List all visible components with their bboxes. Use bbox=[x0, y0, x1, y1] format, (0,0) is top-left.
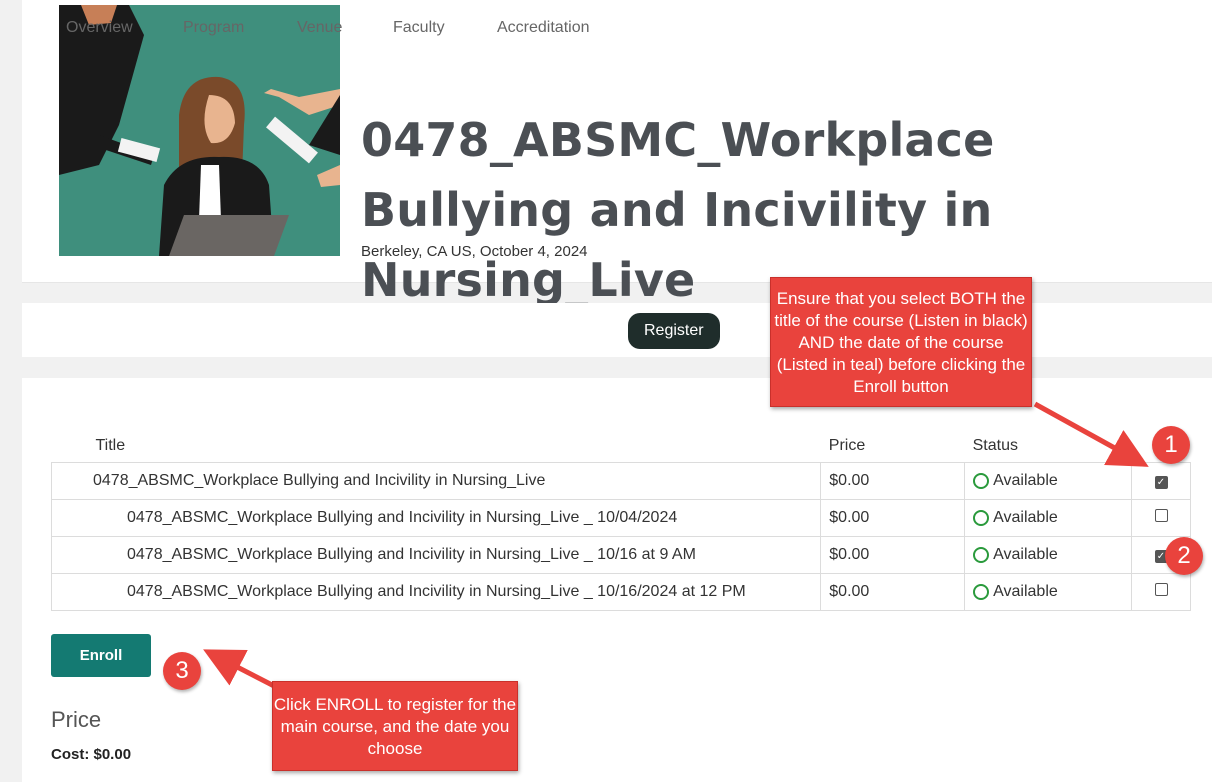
table-row: 0478_ABSMC_Workplace Bullying and Incivi… bbox=[50, 536, 1191, 574]
tab-bar bbox=[22, 303, 1212, 357]
event-location-date: Berkeley, CA US, October 4, 2024 bbox=[361, 243, 588, 260]
course-checkbox[interactable]: ✓ bbox=[1154, 476, 1168, 489]
course-title: 0478_ABSMC_Workplace Bullying and Incivi… bbox=[50, 462, 822, 500]
cost-value: Cost: $0.00 bbox=[51, 746, 132, 763]
table-row: 0478_ABSMC_Workplace Bullying and Incivi… bbox=[50, 462, 1191, 500]
tab-register[interactable]: Register bbox=[628, 313, 720, 349]
status-badge: Available bbox=[973, 583, 1123, 601]
bullying-illustration-icon bbox=[59, 5, 340, 256]
course-price: $0.00 bbox=[820, 499, 966, 537]
course-checkbox[interactable] bbox=[1154, 509, 1168, 522]
column-header-title: Title bbox=[95, 437, 126, 454]
tab-venue[interactable]: Venue bbox=[297, 15, 342, 41]
status-badge: Available bbox=[973, 472, 1123, 490]
status-text: Available bbox=[993, 472, 1058, 489]
table-header-row: Title Price Status bbox=[52, 430, 1191, 463]
course-checkbox[interactable] bbox=[1154, 583, 1168, 596]
price-heading: Price bbox=[51, 707, 102, 732]
status-text: Available bbox=[993, 583, 1058, 600]
status-badge: Available bbox=[973, 546, 1123, 564]
column-header-price: Price bbox=[828, 437, 866, 454]
callout-click-enroll: Click ENROLL to register for the main co… bbox=[272, 681, 518, 771]
tab-accreditation[interactable]: Accreditation bbox=[497, 15, 590, 41]
table-row: 0478_ABSMC_Workplace Bullying and Incivi… bbox=[50, 499, 1191, 537]
course-title: 0478_ABSMC_Workplace Bullying and Incivi… bbox=[50, 573, 822, 611]
step-2-badge: 2 bbox=[1165, 537, 1203, 575]
available-circle-icon bbox=[973, 584, 990, 600]
available-circle-icon bbox=[973, 547, 990, 563]
step-3-badge: 3 bbox=[163, 652, 201, 690]
step-1-badge: 1 bbox=[1152, 426, 1190, 464]
course-price: $0.00 bbox=[820, 462, 966, 500]
event-image bbox=[59, 5, 340, 256]
available-circle-icon bbox=[973, 473, 990, 489]
tab-faculty[interactable]: Faculty bbox=[393, 15, 445, 41]
course-title: 0478_ABSMC_Workplace Bullying and Incivi… bbox=[50, 536, 822, 574]
status-badge: Available bbox=[973, 509, 1123, 527]
course-table: Title Price Status 0478_ABSMC_Workplace … bbox=[50, 430, 1191, 611]
status-text: Available bbox=[993, 509, 1058, 526]
course-title: 0478_ABSMC_Workplace Bullying and Incivi… bbox=[50, 499, 822, 537]
tab-overview[interactable]: Overview bbox=[66, 15, 133, 41]
table-row: 0478_ABSMC_Workplace Bullying and Incivi… bbox=[50, 573, 1191, 611]
course-price: $0.00 bbox=[820, 573, 966, 611]
callout-select-both: Ensure that you select BOTH the title of… bbox=[770, 277, 1032, 407]
course-price: $0.00 bbox=[820, 536, 966, 574]
tab-program[interactable]: Program bbox=[183, 15, 244, 41]
column-header-status: Status bbox=[972, 437, 1018, 454]
available-circle-icon bbox=[973, 510, 990, 526]
status-text: Available bbox=[993, 546, 1058, 563]
enroll-button[interactable]: Enroll bbox=[51, 634, 151, 677]
